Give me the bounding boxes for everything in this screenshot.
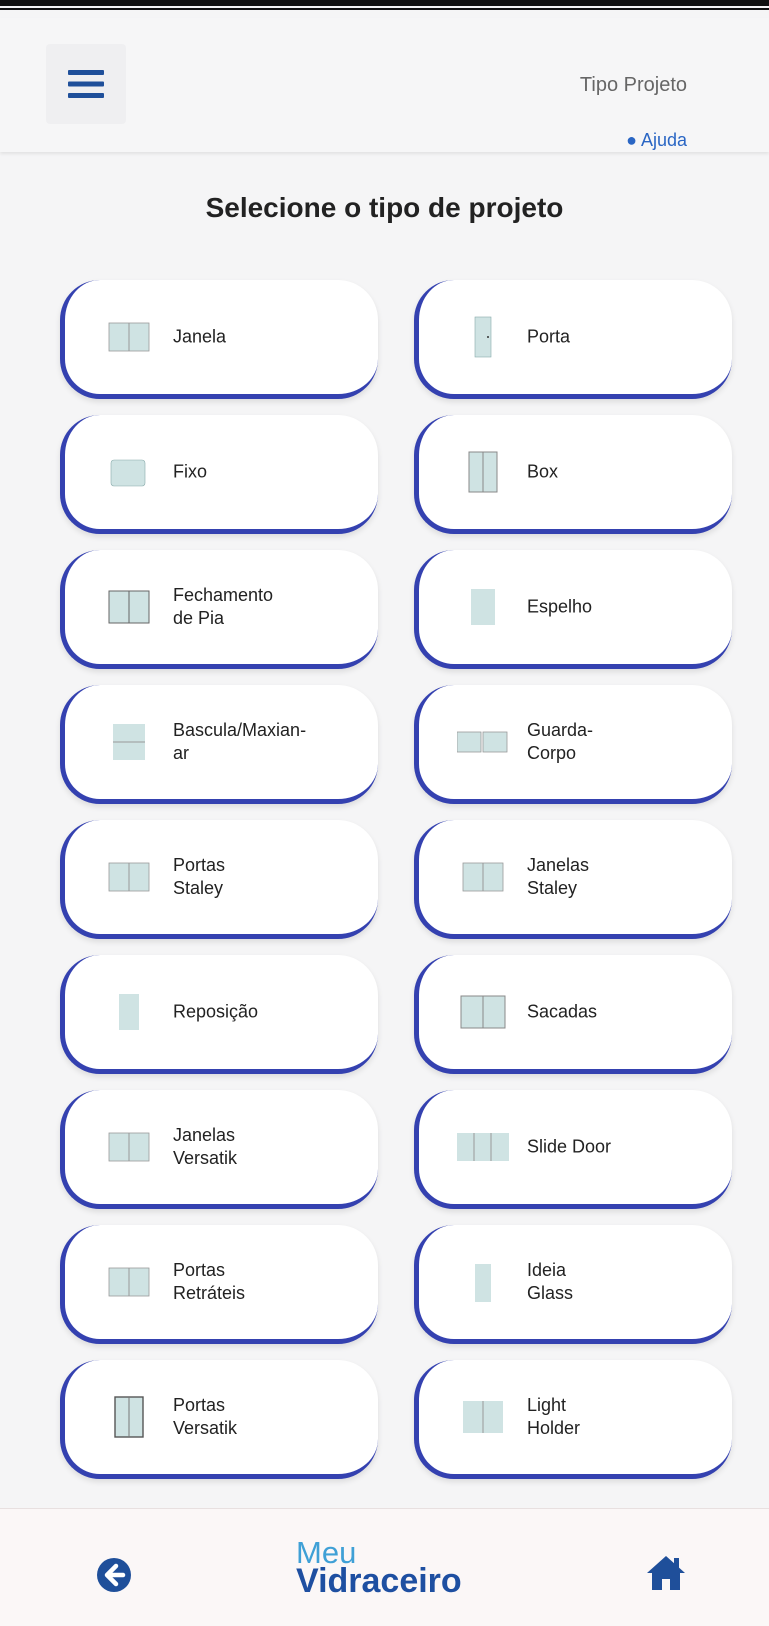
menu-button[interactable]	[46, 44, 126, 124]
tilt-window-icon	[103, 720, 155, 764]
door-glass-icon	[457, 315, 509, 359]
replacement-glass-icon	[103, 990, 155, 1034]
railing-icon	[457, 720, 509, 764]
home-icon[interactable]	[645, 1553, 687, 1593]
project-type-label: Portas Retráteis	[173, 1260, 246, 1303]
project-type-label: Reposição	[173, 1001, 259, 1022]
help-link[interactable]: ● Ajuda	[626, 130, 687, 152]
project-type-card[interactable]: Fixo	[60, 415, 378, 534]
project-type-label: Guarda- Corpo	[527, 720, 594, 763]
versatik-window-icon	[103, 1125, 155, 1169]
light-holder-icon	[457, 1395, 509, 1439]
app-logo: Meu Vidraceiro	[296, 1537, 462, 1600]
project-type-label: Janelas Staley	[527, 855, 590, 898]
ideia-glass-icon	[457, 1260, 509, 1304]
balcony-icon	[457, 990, 509, 1034]
project-type-label: Janela	[173, 326, 227, 347]
project-type-label: Portas Staley	[173, 855, 226, 898]
fixed-glass-icon	[103, 450, 155, 494]
project-type-card[interactable]: Janela	[60, 280, 378, 399]
project-type-label: Fixo	[173, 461, 208, 482]
project-type-card[interactable]: Fechamento de Pia	[60, 550, 378, 669]
top-border-secondary	[0, 8, 769, 10]
project-type-card[interactable]: Portas Retráteis	[60, 1225, 378, 1344]
versatik-door-icon	[103, 1395, 155, 1439]
project-type-label: Sacadas	[527, 1001, 598, 1022]
project-type-label: Porta	[527, 326, 571, 347]
project-type-card[interactable]: Ideia Glass	[414, 1225, 732, 1344]
project-type-label: Box	[527, 461, 559, 482]
sink-enclosure-icon	[103, 585, 155, 629]
page-title: Selecione o tipo de projeto	[205, 192, 564, 223]
logo-line2: Vidraceiro	[296, 1562, 462, 1600]
project-type-card[interactable]: Slide Door	[414, 1090, 732, 1209]
app-bar-title: Tipo Projeto	[579, 74, 687, 96]
project-type-card[interactable]: Guarda- Corpo	[414, 685, 732, 804]
project-type-label: Light Holder	[527, 1395, 581, 1438]
project-type-card[interactable]: Portas Versatik	[60, 1360, 378, 1479]
project-type-label: Espelho	[527, 596, 593, 617]
project-type-card[interactable]: Portas Staley	[60, 820, 378, 939]
slide-door-icon	[457, 1125, 509, 1169]
project-type-card[interactable]: Sacadas	[414, 955, 732, 1074]
staley-door-icon	[103, 855, 155, 899]
project-type-card[interactable]: Espelho	[414, 550, 732, 669]
window-glass-icon	[103, 315, 155, 359]
project-type-label: Bascula/Maxian- ar	[173, 720, 307, 763]
project-type-card[interactable]: Reposição	[60, 955, 378, 1074]
mirror-icon	[457, 585, 509, 629]
project-type-label: Slide Door	[527, 1136, 612, 1157]
project-type-card[interactable]: Box	[414, 415, 732, 534]
retractable-door-icon	[103, 1260, 155, 1304]
shower-box-icon	[457, 450, 509, 494]
project-type-card[interactable]: Light Holder	[414, 1360, 732, 1479]
help-label: Ajuda	[640, 130, 687, 150]
project-type-card[interactable]: Porta	[414, 280, 732, 399]
project-type-label: Janelas Versatik	[173, 1125, 238, 1168]
project-type-card[interactable]: Bascula/Maxian- ar	[60, 685, 378, 804]
staley-window-icon	[457, 855, 509, 899]
project-type-card[interactable]: Janelas Versatik	[60, 1090, 378, 1209]
project-type-label: Portas Versatik	[173, 1395, 238, 1438]
bottom-nav: Meu Vidraceiro	[0, 1508, 769, 1626]
project-type-grid: Janela Porta Fixo Box Fechamento de Pia Espel…	[60, 280, 732, 1479]
project-type-label: Ideia Glass	[527, 1260, 574, 1303]
back-arrow-icon[interactable]	[96, 1557, 132, 1593]
top-border	[0, 0, 769, 6]
hamburger-menu-icon	[68, 70, 104, 98]
help-icon: ●	[626, 130, 637, 150]
project-type-label: Fechamento de Pia	[173, 585, 274, 628]
project-type-card[interactable]: Janelas Staley	[414, 820, 732, 939]
